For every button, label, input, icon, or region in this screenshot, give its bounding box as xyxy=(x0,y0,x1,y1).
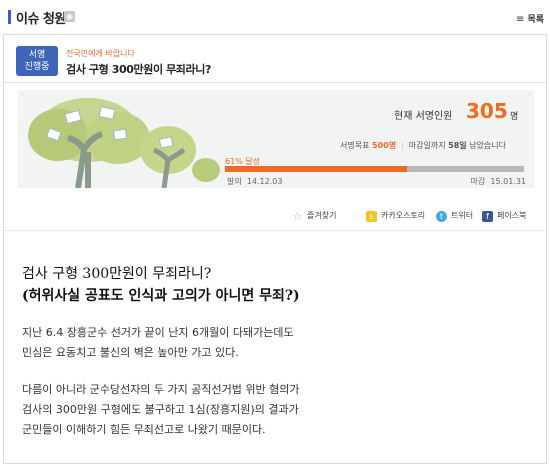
progress-fill xyxy=(225,166,408,172)
divider xyxy=(4,230,546,231)
goal-label: 서명목표 xyxy=(340,141,370,150)
start-date: 발의 14.12.03 xyxy=(227,176,282,187)
body-line: 다름이 아니라 군수당선자의 두 가지 공직선거법 위반 혐의가 xyxy=(22,383,300,396)
body-line: 군민들이 이해하기 힘든 무죄선고로 나왔기 때문이다. xyxy=(22,423,266,436)
twitter-button[interactable]: t 트위터 xyxy=(436,209,473,223)
petition-panel: 서명 진행중 전국민에게 바랍니다 검사 구형 300만원이 무죄라니? 현재 … xyxy=(3,34,547,464)
body-line: 지난 6.4 장흥군수 선거가 끝이 난지 6개월이 다돼가는데도 xyxy=(22,326,294,339)
badge-line2: 진행중 xyxy=(24,62,50,72)
end-label: 마감 xyxy=(470,177,486,186)
section-header: 이슈 청원 ◉ ≡ 목록 xyxy=(0,0,550,34)
goal-separator: | xyxy=(401,141,404,150)
facebook-button[interactable]: f 페이스북 xyxy=(482,209,526,223)
kakaostory-icon: s xyxy=(366,210,377,222)
start-date-value: 14.12.03 xyxy=(246,177,283,186)
favorite-button[interactable]: ☆ 즐겨찾기 xyxy=(292,209,337,223)
list-link[interactable]: ≡ 목록 xyxy=(516,12,544,25)
signers-label: 현재 서명인원 xyxy=(394,111,453,122)
kakao-label: 카카오스토리 xyxy=(381,211,426,220)
kakaostory-button[interactable]: s 카카오스토리 xyxy=(366,209,425,223)
body-headline: 검사 구형 300만원이 무죄라니? xyxy=(22,266,212,282)
deadline-days: 58일 xyxy=(448,141,467,150)
petition-header: 서명 진행중 전국민에게 바랍니다 검사 구형 300만원이 무죄라니? xyxy=(4,35,546,83)
favorite-label: 즐겨찾기 xyxy=(307,211,337,220)
body-line: 검사의 300만원 구형에도 불구하고 1심(장흥지원)의 결과가 xyxy=(22,403,299,416)
star-icon: ☆ xyxy=(292,209,303,223)
share-bar: ☆ 즐겨찾기 s 카카오스토리 t 트위터 f 페이스북 xyxy=(4,209,546,229)
petition-title[interactable]: 검사 구형 300만원이 무죄라니? xyxy=(66,61,211,77)
deadline-label: 마감일까지 xyxy=(408,141,446,150)
goal-info: 서명목표 500명 | 마감일까지 58일 남았습니다 xyxy=(340,140,506,151)
facebook-label: 페이스북 xyxy=(497,211,527,220)
goal-value: 500명 xyxy=(372,141,397,150)
end-date-value: 15.01.31 xyxy=(490,177,526,186)
body-line: 민심은 요동치고 불신의 벽은 높아만 가고 있다. xyxy=(22,346,239,359)
signers-count: 305 xyxy=(466,99,508,123)
trees-illustration xyxy=(28,98,220,188)
rss-icon[interactable]: ◉ xyxy=(64,11,75,22)
petition-banner xyxy=(18,90,534,188)
section-marker xyxy=(8,10,11,24)
twitter-label: 트위터 xyxy=(451,211,474,220)
signers-unit: 명 xyxy=(510,112,519,122)
body-paragraph-2: 다름이 아니라 군수당선자의 두 가지 공직선거법 위반 혐의가 검사의 300… xyxy=(22,380,299,440)
petition-kicker: 전국민에게 바랍니다 xyxy=(66,49,135,58)
end-date: 마감 15.01.31 xyxy=(471,176,526,187)
start-label: 발의 xyxy=(227,177,242,186)
progress-bar xyxy=(225,166,524,172)
section-title: 이슈 청원 xyxy=(16,12,66,27)
body-paragraph-1: 지난 6.4 장흥군수 선거가 끝이 난지 6개월이 다돼가는데도 민심은 요동… xyxy=(22,323,294,363)
badge-line1: 서명 xyxy=(28,50,46,60)
facebook-icon: f xyxy=(482,210,493,222)
list-label: 목록 xyxy=(527,15,544,25)
status-badge: 서명 진행중 xyxy=(16,46,58,76)
deadline-suffix: 남았습니다 xyxy=(469,141,506,150)
list-icon: ≡ xyxy=(516,14,525,25)
twitter-icon: t xyxy=(436,210,447,222)
body-subheadline: (허위사실 공표도 인식과 고의가 아니면 무죄?) xyxy=(22,288,300,304)
